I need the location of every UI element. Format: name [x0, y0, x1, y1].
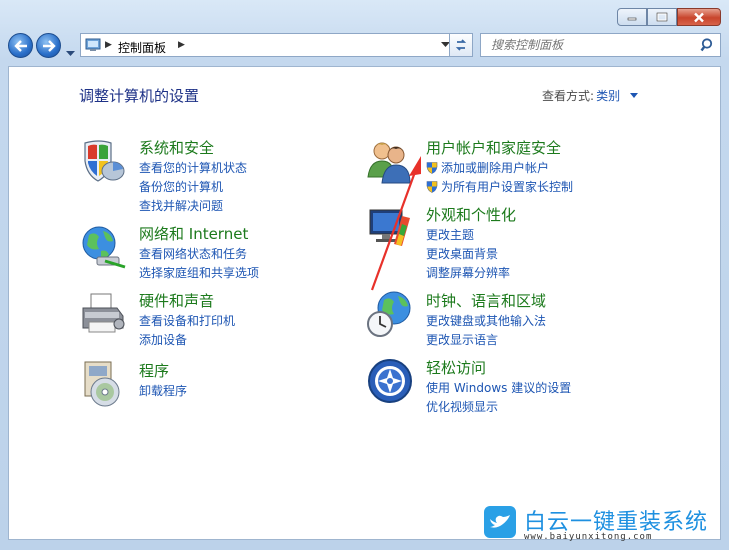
- link-troubleshoot[interactable]: 查找并解决问题: [139, 197, 223, 214]
- monitor-paint-icon: [369, 209, 410, 246]
- refresh-button[interactable]: [449, 33, 473, 57]
- ease-of-access-icon: [368, 359, 412, 403]
- category-title-hardware-sound[interactable]: 硬件和声音: [139, 290, 214, 311]
- link-change-display-language[interactable]: 更改显示语言: [426, 331, 498, 348]
- back-arrow-icon: [13, 39, 27, 52]
- category-title-system-security[interactable]: 系统和安全: [139, 137, 214, 158]
- back-button[interactable]: [8, 33, 33, 58]
- printer-icon: [82, 293, 125, 333]
- programs-disc-icon: [84, 361, 120, 407]
- link-change-desktop-background[interactable]: 更改桌面背景: [426, 245, 498, 262]
- link-view-network-status[interactable]: 查看网络状态和任务: [139, 245, 247, 262]
- watermark-url: www.baiyunxitong.com: [524, 532, 653, 542]
- link-change-theme[interactable]: 更改主题: [426, 226, 474, 243]
- link-add-remove-accounts-row: 添加或删除用户帐户: [426, 159, 549, 176]
- watermark: 白云一键重装系统 www.baiyunxitong.com: [472, 502, 722, 548]
- link-view-computer-status[interactable]: 查看您的计算机状态: [139, 159, 247, 176]
- category-title-programs[interactable]: 程序: [139, 360, 169, 381]
- caption-buttons: [617, 8, 721, 26]
- link-add-remove-accounts[interactable]: 添加或删除用户帐户: [441, 161, 549, 175]
- recent-pages-button[interactable]: [66, 42, 75, 61]
- refresh-icon: [455, 39, 467, 51]
- control-panel-icon: [85, 38, 101, 51]
- link-backup-computer[interactable]: 备份您的计算机: [139, 178, 223, 195]
- search-icon[interactable]: [700, 37, 716, 53]
- globe-clock-icon: [367, 291, 411, 337]
- address-bar[interactable]: ▶ 控制面板 ▶: [80, 33, 455, 57]
- close-icon: [694, 12, 704, 22]
- category-title-clock-language-region[interactable]: 时钟、语言和区域: [426, 290, 546, 311]
- maximize-button[interactable]: [647, 8, 677, 26]
- link-homegroup-sharing[interactable]: 选择家庭组和共享选项: [139, 264, 259, 281]
- forward-arrow-icon: [42, 39, 56, 52]
- breadcrumb-separator-icon[interactable]: ▶: [178, 39, 185, 50]
- link-use-recommended-settings[interactable]: 使用 Windows 建议的设置: [426, 379, 571, 396]
- minimize-icon: [627, 17, 637, 21]
- link-adjust-resolution[interactable]: 调整屏幕分辨率: [426, 264, 510, 281]
- window-frame: ▶ 控制面板 ▶ 调整计算机的设置 查看方式: 类别: [0, 0, 729, 550]
- maximize-icon: [656, 12, 668, 22]
- page-title: 调整计算机的设置: [79, 87, 200, 105]
- search-box[interactable]: [480, 33, 721, 57]
- link-devices-printers[interactable]: 查看设备和打印机: [139, 312, 235, 329]
- close-button[interactable]: [677, 8, 721, 26]
- category-title-network-internet[interactable]: 网络和 Internet: [139, 223, 248, 244]
- uac-shield-icon: [426, 162, 438, 174]
- search-input[interactable]: [481, 34, 701, 56]
- forward-button[interactable]: [36, 33, 61, 58]
- view-by-label: 查看方式:: [541, 89, 594, 103]
- bird-logo-icon: [484, 506, 516, 538]
- link-parental-controls[interactable]: 为所有用户设置家长控制: [441, 180, 573, 194]
- chevron-down-icon: [66, 51, 75, 56]
- content-pane: 调整计算机的设置 查看方式: 类别 系统和安全 查看您的计算机状态 备份您的计算…: [8, 66, 721, 540]
- view-by-value[interactable]: 类别: [596, 89, 620, 103]
- category-title-user-accounts[interactable]: 用户帐户和家庭安全: [426, 137, 561, 158]
- breadcrumb-control-panel[interactable]: 控制面板: [118, 39, 166, 56]
- view-by-dropdown[interactable]: 类别: [596, 87, 638, 104]
- breadcrumb-separator-icon: ▶: [105, 39, 112, 49]
- link-uninstall-program[interactable]: 卸载程序: [139, 382, 187, 399]
- link-add-device[interactable]: 添加设备: [139, 331, 187, 348]
- category-title-ease-of-access[interactable]: 轻松访问: [426, 357, 486, 378]
- navigation-bar: ▶ 控制面板 ▶: [8, 32, 721, 58]
- chevron-down-icon: [630, 93, 638, 98]
- category-title-appearance[interactable]: 外观和个性化: [426, 204, 516, 225]
- uac-shield-icon: [426, 181, 438, 193]
- link-optimize-video-display[interactable]: 优化视频显示: [426, 398, 498, 415]
- link-change-input-methods[interactable]: 更改键盘或其他输入法: [426, 312, 546, 329]
- shield-flag-icon: [84, 140, 125, 182]
- globe-network-icon: [82, 226, 126, 269]
- link-parental-controls-row: 为所有用户设置家长控制: [426, 178, 573, 195]
- users-icon: [367, 142, 411, 184]
- minimize-button[interactable]: [617, 8, 647, 26]
